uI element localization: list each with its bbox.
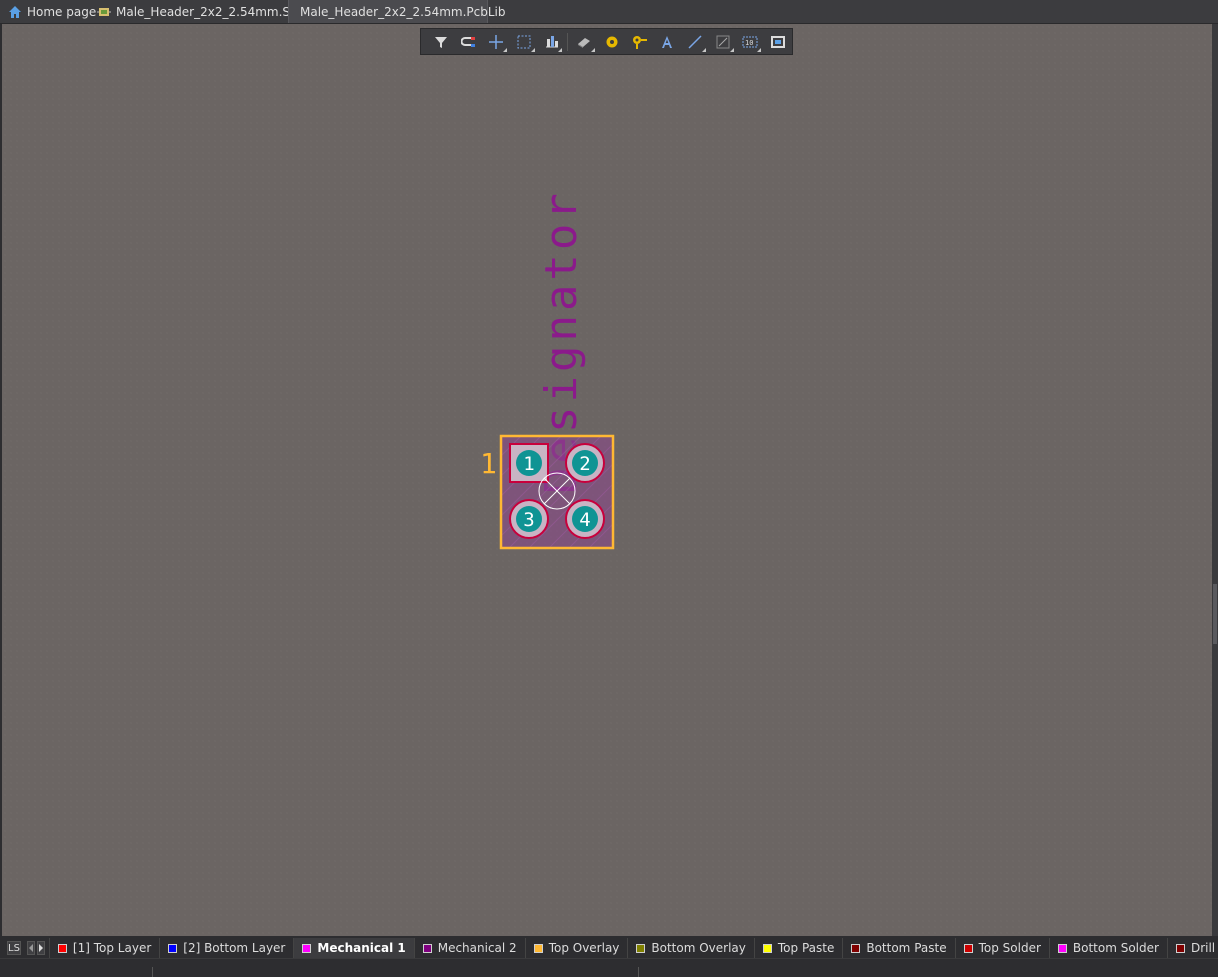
tab-label: Home page — [27, 4, 97, 19]
tab-label: Male_Header_2x2_2.54mm.PcbLib — [300, 4, 506, 19]
layer-color-swatch — [851, 943, 861, 953]
layer-tab-label: [1] Top Layer — [72, 941, 152, 955]
region-button[interactable] — [764, 30, 792, 54]
filter-icon — [434, 36, 447, 48]
layer-tab-label: Drill Guide — [1190, 941, 1218, 955]
tab-home-page[interactable]: Home page — [2, 0, 102, 23]
layer-color-swatch — [636, 943, 646, 953]
pad-3-label: 3 — [523, 509, 534, 531]
select-rect-icon — [517, 35, 531, 48]
string-icon: 10 — [742, 36, 758, 47]
layer-tab[interactable]: Bottom Solder — [1048, 938, 1167, 958]
layer-color-swatch — [533, 943, 543, 953]
pad-3[interactable]: 3 — [509, 499, 549, 539]
layer-tab-label: Top Solder — [978, 941, 1041, 955]
layer-color-swatch — [1175, 943, 1185, 953]
home-icon — [9, 5, 21, 18]
layer-color-swatch — [1057, 943, 1067, 953]
pad-2-label: 2 — [579, 453, 590, 475]
status-bar — [0, 958, 1218, 977]
layer-tab[interactable]: Top Paste — [753, 938, 842, 958]
pad-1-label: 1 — [523, 453, 534, 475]
layer-tab-label: [2] Bottom Layer — [183, 941, 286, 955]
layer-color-swatch — [57, 943, 67, 953]
pad-icon — [606, 36, 618, 47]
dimension-button[interactable] — [709, 30, 737, 54]
schlib-icon — [97, 7, 111, 16]
via-icon — [632, 35, 647, 49]
footprint-drawing: Designator 1 1 2 3 4 — [480, 189, 615, 550]
via-button[interactable] — [626, 30, 654, 54]
layer-tab[interactable]: Mechanical 1 — [293, 938, 414, 958]
dimension-icon — [716, 35, 730, 48]
component-button[interactable] — [570, 30, 598, 54]
layer-color-swatch — [963, 943, 973, 953]
layer-tab-label: Bottom Paste — [866, 941, 947, 955]
interactive-route-icon — [460, 36, 475, 47]
pad-4-label: 4 — [579, 509, 590, 531]
align-button[interactable] — [538, 30, 566, 54]
pin-one-marker: 1 — [480, 447, 497, 480]
string-button[interactable]: 10 — [737, 30, 765, 54]
layer-tab[interactable]: Bottom Overlay — [627, 938, 753, 958]
layer-tab[interactable]: [2] Bottom Layer — [159, 938, 293, 958]
pcb-canvas[interactable]: Designator 1 1 2 3 4 — [2, 24, 1212, 936]
pad-2[interactable]: 2 — [565, 443, 605, 483]
chevron-left-icon — [28, 944, 33, 952]
scrollbar-thumb[interactable] — [1213, 584, 1217, 644]
chevron-right-icon — [38, 944, 43, 952]
toolbar-separator — [567, 32, 569, 51]
tab-pcblib[interactable]: Male_Header_2x2_2.54mm.PcbLib — [288, 0, 506, 23]
layer-tab[interactable]: Top Solder — [954, 938, 1049, 958]
vertical-scrollbar[interactable] — [1212, 24, 1218, 936]
pad-1[interactable]: 1 — [509, 443, 549, 483]
layer-tab[interactable]: Drill Guide — [1166, 938, 1218, 958]
layer-tab-label: Mechanical 1 — [317, 941, 406, 955]
layer-color-swatch — [762, 943, 772, 953]
component-icon — [578, 37, 591, 48]
layer-tab-label: Bottom Overlay — [651, 941, 746, 955]
layer-tab[interactable]: Bottom Paste — [842, 938, 954, 958]
filter-button[interactable] — [427, 30, 455, 54]
align-icon — [545, 35, 558, 47]
region-icon — [771, 35, 786, 48]
pad-button[interactable] — [598, 30, 626, 54]
layer-tab[interactable]: Top Overlay — [524, 938, 628, 958]
layer-tabs: [1] Top Layer [2] Bottom Layer Mechanical … — [48, 938, 1218, 958]
pad-4[interactable]: 4 — [565, 499, 605, 539]
layer-color-swatch — [302, 943, 312, 953]
text-button[interactable] — [653, 30, 681, 54]
active-bar-toolbar: 10 — [420, 28, 793, 55]
crosshair-button[interactable] — [482, 30, 510, 54]
document-tab-bar: Home page Male_Header_2x2_2.54mm.Schlib … — [0, 0, 1218, 24]
interactive-route-button[interactable] — [455, 30, 483, 54]
svg-text:10: 10 — [745, 39, 753, 47]
select-rect-button[interactable] — [510, 30, 538, 54]
layer-tab-bar: LS [1] Top Layer [2] Bottom Layer Mechanic… — [0, 938, 1218, 958]
crosshair-icon — [489, 34, 504, 49]
layer-sets-button[interactable]: LS — [7, 941, 21, 955]
layer-scroll-right-button[interactable] — [36, 941, 45, 955]
line-button[interactable] — [681, 30, 709, 54]
layer-color-swatch — [422, 943, 432, 953]
layer-tab-label: Top Overlay — [548, 941, 620, 955]
line-icon — [688, 34, 702, 49]
text-icon — [662, 35, 673, 48]
layer-tab[interactable]: Mechanical 2 — [413, 938, 525, 958]
layer-tab-label: Mechanical 2 — [437, 941, 517, 955]
layer-tab[interactable]: [1] Top Layer — [48, 938, 159, 958]
layer-scroll-left-button[interactable] — [26, 941, 35, 955]
layer-tab-label: Bottom Solder — [1072, 941, 1159, 955]
layer-tab-label: Top Paste — [777, 941, 835, 955]
layer-color-swatch — [168, 943, 178, 953]
